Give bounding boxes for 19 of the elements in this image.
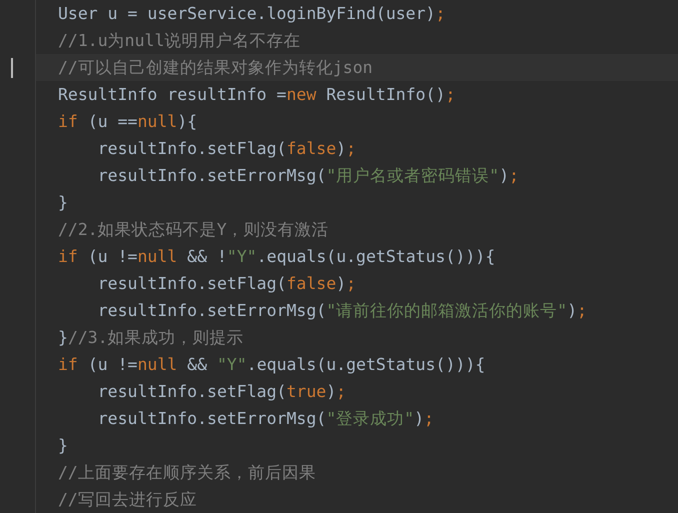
- code-line: if (u ==null){: [58, 112, 198, 131]
- code-line: if (u !=null && "Y".equals(u.getStatus())){: [58, 355, 486, 374]
- code-line: resultInfo.setFlag(true);: [96, 382, 346, 401]
- code-line: resultInfo.setFlag(false);: [96, 139, 356, 158]
- code-line: //1.u为null说明用户名不存在: [58, 30, 300, 52]
- code-line: //写回去进行反应: [58, 488, 197, 510]
- code-line: resultInfo.setErrorMsg("用户名或者密码错误");: [96, 164, 519, 186]
- code-line: }: [58, 193, 68, 212]
- code-line: }//3.如果成功，则提示: [58, 326, 244, 348]
- code-line: //2.如果状态码不是Y，则没有激活: [58, 218, 329, 240]
- code-line: ResultInfo resultInfo =new ResultInfo();: [58, 85, 456, 104]
- code-line: User u = userService.loginByFind(user);: [58, 4, 446, 23]
- code-line: if (u !=null && !"Y".equals(u.getStatus())){: [58, 247, 496, 266]
- code-line: //可以自己创建的结果对象作为转化json: [58, 56, 373, 78]
- code-line: resultInfo.setErrorMsg("请前往你的邮箱激活你的账号");: [96, 300, 587, 322]
- code-line: resultInfo.setFlag(false);: [96, 274, 356, 293]
- code-line: //上面要存在顺序关系，前后因果: [58, 462, 316, 484]
- code-line: resultInfo.setErrorMsg("登录成功");: [96, 408, 434, 430]
- code-line: }: [58, 436, 68, 455]
